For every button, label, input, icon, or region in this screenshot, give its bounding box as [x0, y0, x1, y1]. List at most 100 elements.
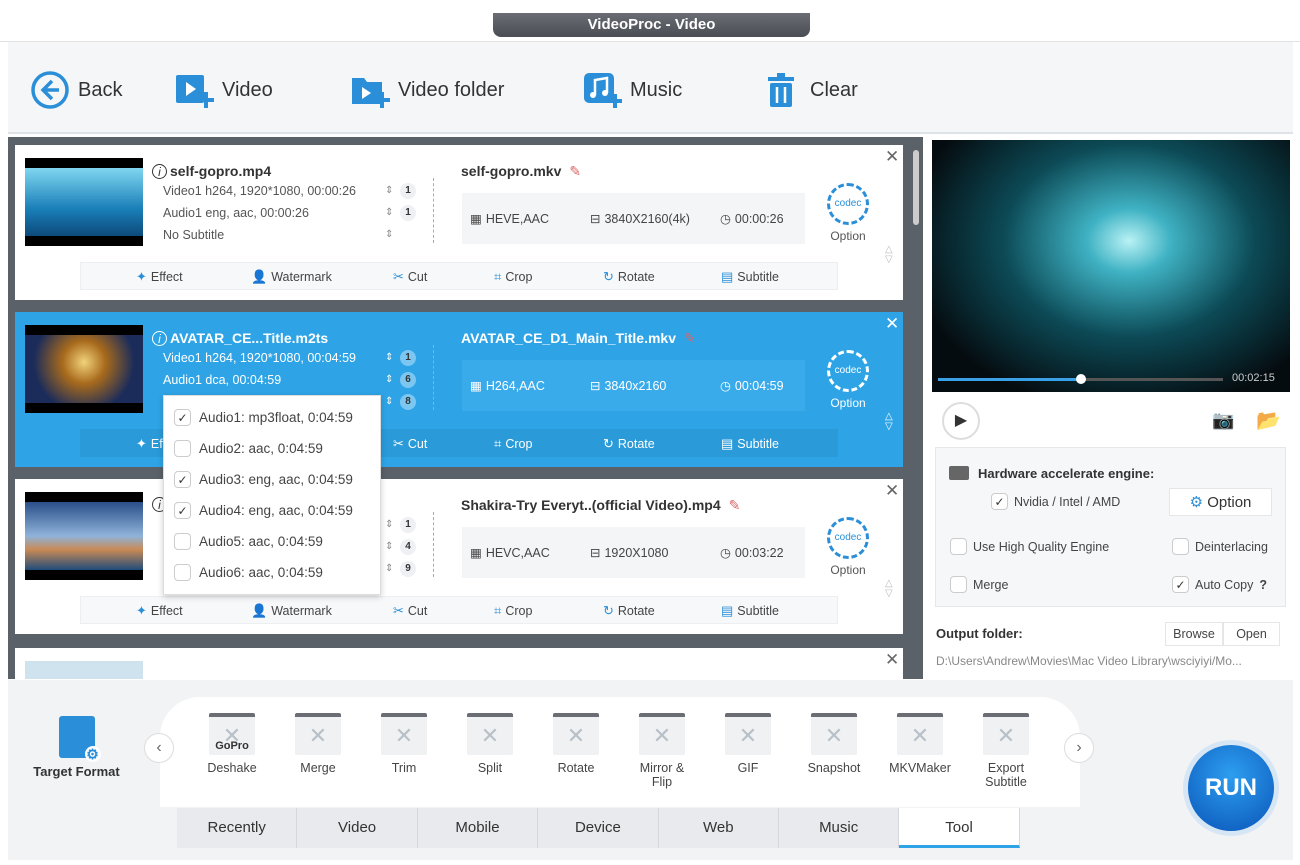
video-card[interactable]: i AVATAR_CE...Title.m2ts Video1 h264, 1920… [15, 312, 903, 467]
tool-rotate[interactable]: ✕ Rotate [536, 713, 616, 775]
close-icon[interactable]: ✕ [885, 314, 899, 334]
tab-recently[interactable]: Recently [177, 808, 298, 848]
merge-checkbox[interactable]: Merge [950, 576, 1008, 593]
close-icon[interactable]: ✕ [885, 481, 899, 501]
tab-video[interactable]: Video [297, 808, 418, 848]
checkbox-checked[interactable]: ✓ [174, 502, 191, 519]
deinterlacing-checkbox[interactable]: Deinterlacing [1172, 538, 1268, 555]
tool-trim[interactable]: ✕ Trim [364, 713, 444, 775]
tool-mirror[interactable]: ✕ Mirror & Flip [622, 713, 702, 789]
action-cut-button[interactable]: ✂ Cut [393, 436, 427, 452]
help-icon[interactable]: ? [1259, 578, 1267, 592]
tool-mkvmaker[interactable]: ✕ MKVMaker [880, 713, 960, 775]
edit-pencil-icon[interactable]: ✎ [729, 497, 741, 513]
subtitle-stream-stepper[interactable]: ⇕ [385, 563, 393, 574]
tool-export[interactable]: ✕ Export Subtitle [966, 713, 1046, 789]
reorder-arrows-icon[interactable]: △ ▽ [885, 245, 893, 265]
carousel-prev-button[interactable]: ‹ [144, 733, 174, 763]
action-crop-button[interactable]: ⌗ Crop [494, 603, 532, 619]
edit-pencil-icon[interactable]: ✎ [684, 330, 696, 346]
tab-device[interactable]: Device [538, 808, 659, 848]
info-icon[interactable]: i [152, 330, 167, 346]
video-card[interactable]: i self-gopro.mp4 Video1 h264, 1920*1080, 0… [15, 145, 903, 300]
info-icon[interactable]: i [152, 163, 167, 179]
tab-mobile[interactable]: Mobile [418, 808, 539, 848]
audio-stream-stepper[interactable]: ⇕ [385, 207, 393, 218]
action-cut-button[interactable]: ✂ Cut [393, 269, 427, 285]
audio-track-option[interactable]: ✓ Audio3: eng, aac, 0:04:59 [174, 471, 353, 488]
action-crop-button[interactable]: ⌗ Crop [494, 436, 532, 452]
video-stream-stepper[interactable]: ⇕ [385, 185, 393, 196]
clear-button[interactable]: Clear [762, 70, 858, 110]
back-button[interactable]: Back [30, 70, 122, 110]
action-cut-button[interactable]: ✂ Cut [393, 603, 427, 619]
video-card-partial[interactable]: ✕ [15, 648, 903, 679]
camera-icon[interactable]: 📷 [1212, 410, 1234, 431]
play-button[interactable]: ▶ [942, 402, 980, 440]
output-path[interactable]: D:\Users\Andrew\Movies\Mac Video Library… [936, 654, 1242, 668]
tool-deshake[interactable]: ✕ GoPro Deshake [192, 713, 272, 775]
checkbox-checked[interactable]: ✓ [174, 471, 191, 488]
codec-option-button[interactable]: codec Option [823, 183, 873, 243]
run-button[interactable]: RUN [1183, 740, 1279, 836]
video-stream-stepper[interactable]: ⇕ [385, 352, 393, 363]
checkbox-unchecked[interactable] [174, 533, 191, 550]
target-format-button[interactable]: ⚙ Target Format [24, 716, 129, 779]
tab-music[interactable]: Music [779, 808, 900, 848]
action-watermark-button[interactable]: 👤Watermark [251, 269, 332, 285]
auto-copy-checkbox[interactable]: ✓ Auto Copy? [1172, 576, 1267, 593]
audio-track-option[interactable]: Audio5: aac, 0:04:59 [174, 533, 323, 550]
audio-track-option[interactable]: Audio2: aac, 0:04:59 [174, 440, 323, 457]
list-scrollbar[interactable] [913, 150, 919, 225]
video-stream-stepper[interactable]: ⇕ [385, 519, 393, 530]
close-icon[interactable]: ✕ [885, 650, 899, 670]
tool-split[interactable]: ✕ Split [450, 713, 530, 775]
open-button[interactable]: Open [1223, 622, 1280, 646]
edit-pencil-icon[interactable]: ✎ [569, 163, 581, 179]
hw-checkbox[interactable]: ✓ Nvidia / Intel / AMD [991, 493, 1120, 510]
action-effect-button[interactable]: ✦Effect [136, 603, 183, 619]
subtitle-stream-stepper[interactable]: ⇕ [385, 229, 393, 240]
action-effect-button[interactable]: ✦Effect [136, 269, 183, 285]
carousel-next-button[interactable]: › [1064, 733, 1094, 763]
action-subtitle-button[interactable]: ▤ Subtitle [721, 603, 779, 619]
folder-icon[interactable]: 📂 [1256, 408, 1281, 433]
preview-progress-handle[interactable] [1075, 374, 1086, 384]
video-card[interactable]: i ⇕ 1 ⇕ 4 ⇕ 9 Shakira-Try Everyt..(official Vid… [15, 479, 903, 634]
close-icon[interactable]: ✕ [885, 147, 899, 167]
add-video-folder-button[interactable]: Video folder [350, 70, 504, 110]
output-filename[interactable]: AVATAR_CE_D1_Main_Title.mkv ✎ [461, 330, 696, 347]
codec-option-button[interactable]: codec Option [823, 350, 873, 410]
high-quality-checkbox[interactable]: Use High Quality Engine [950, 538, 1109, 555]
tab-web[interactable]: Web [659, 808, 779, 848]
tool-gif[interactable]: ✕ GIF [708, 713, 788, 775]
audio-track-option[interactable]: ✓ Audio1: mp3float, 0:04:59 [174, 409, 353, 426]
output-filename[interactable]: self-gopro.mkv ✎ [461, 163, 581, 180]
checkbox-unchecked[interactable] [174, 440, 191, 457]
hw-option-button[interactable]: ⚙ Option [1169, 488, 1272, 516]
action-rotate-button[interactable]: ↻ Rotate [603, 436, 655, 452]
tool-merge[interactable]: ✕ Merge [278, 713, 358, 775]
audio-track-option[interactable]: Audio6: aac, 0:04:59 [174, 564, 323, 581]
action-crop-button[interactable]: ⌗ Crop [494, 269, 532, 285]
audio-track-option[interactable]: ✓ Audio4: eng, aac, 0:04:59 [174, 502, 353, 519]
action-subtitle-button[interactable]: ▤ Subtitle [721, 269, 779, 285]
audio-stream-stepper[interactable]: ⇕ [385, 541, 393, 552]
reorder-arrows-icon[interactable]: △ ▽ [885, 412, 893, 432]
browse-button[interactable]: Browse [1165, 622, 1223, 646]
reorder-arrows-icon[interactable]: △ ▽ [885, 579, 893, 599]
checkbox-checked[interactable]: ✓ [174, 409, 191, 426]
codec-option-button[interactable]: codec Option [823, 517, 873, 577]
action-rotate-button[interactable]: ↻ Rotate [603, 269, 655, 285]
audio-stream-stepper[interactable]: ⇕ [385, 374, 393, 385]
checkbox-unchecked[interactable] [174, 564, 191, 581]
action-subtitle-button[interactable]: ▤ Subtitle [721, 436, 779, 452]
tab-tool[interactable]: Tool [899, 808, 1020, 848]
subtitle-stream-stepper[interactable]: ⇕ [385, 396, 393, 407]
add-music-button[interactable]: Music [582, 70, 682, 110]
action-watermark-button[interactable]: 👤Watermark [251, 603, 332, 619]
add-video-button[interactable]: Video [174, 70, 273, 110]
action-rotate-button[interactable]: ↻ Rotate [603, 603, 655, 619]
tool-snapshot[interactable]: ✕ Snapshot [794, 713, 874, 775]
output-filename[interactable]: Shakira-Try Everyt..(official Video).mp4… [461, 497, 740, 514]
